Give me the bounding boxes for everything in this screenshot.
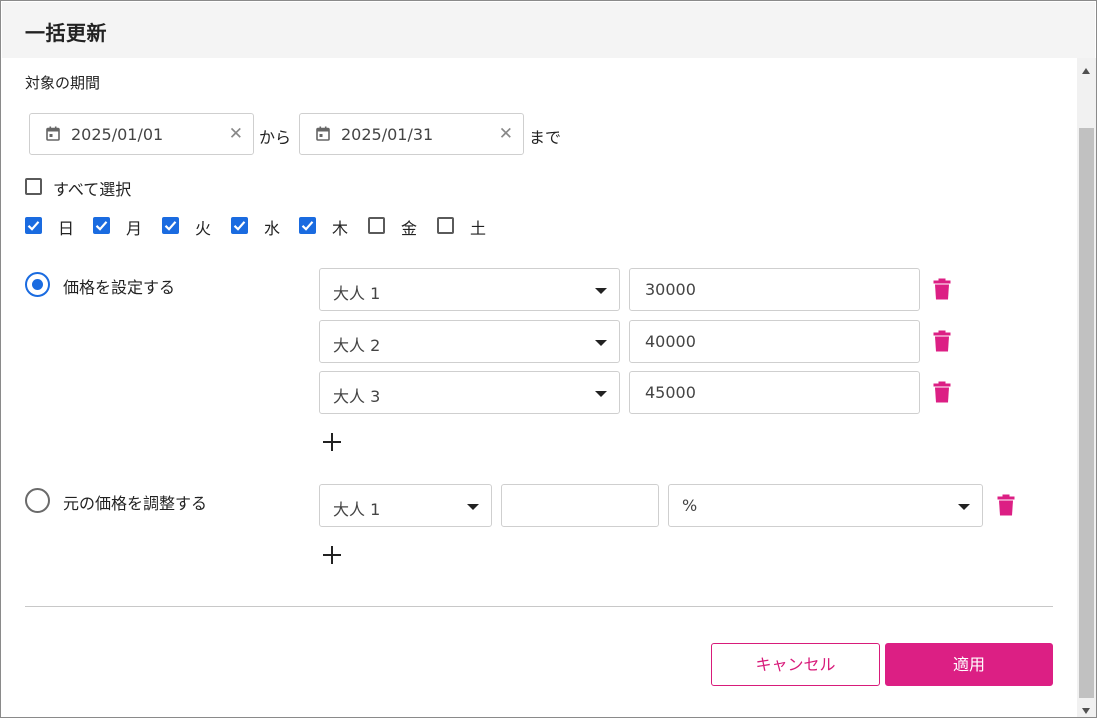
adjust-price-label: 元の価格を調整する (63, 494, 208, 513)
add-price-row-plus-icon[interactable] (323, 433, 341, 451)
price-category-select-1[interactable]: 大人 1 (319, 268, 620, 311)
trash-icon[interactable] (997, 494, 1015, 516)
from-text: から (259, 128, 292, 147)
price-input-3[interactable]: 45000 (629, 371, 920, 414)
end-date-value: 2025/01/31 (341, 125, 434, 144)
price-category-value: 大人 1 (333, 284, 381, 303)
period-label: 対象の期間 (25, 74, 101, 92)
weekday-checkbox-wed[interactable] (231, 217, 248, 234)
weekday-checkbox-mon[interactable] (93, 217, 110, 234)
calendar-icon (316, 126, 330, 145)
weekday-checkbox-sun[interactable] (25, 217, 42, 234)
chevron-down-icon (595, 391, 607, 397)
chevron-down-icon (595, 340, 607, 346)
set-price-radio[interactable] (25, 272, 50, 297)
add-adjust-row-plus-icon[interactable] (323, 546, 341, 564)
weekday-label-mon: 月 (126, 219, 143, 238)
clear-icon[interactable]: ✕ (229, 125, 243, 143)
adjust-amount-input[interactable] (501, 484, 659, 527)
trash-icon[interactable] (933, 381, 951, 403)
cancel-button[interactable]: キャンセル (711, 643, 880, 686)
trash-icon[interactable] (933, 330, 951, 352)
scroll-down-arrow-icon[interactable] (1082, 708, 1090, 714)
weekday-label-thu: 木 (332, 219, 349, 238)
adjust-category-select[interactable]: 大人 1 (319, 484, 492, 527)
adjust-unit-select[interactable]: % (668, 484, 983, 527)
weekday-checkbox-thu[interactable] (299, 217, 316, 234)
dialog-title: 一括更新 (25, 21, 107, 45)
weekday-label-wed: 水 (264, 219, 281, 238)
chevron-down-icon (467, 504, 479, 510)
vertical-scrollbar[interactable] (1077, 58, 1096, 717)
trash-icon[interactable] (933, 278, 951, 300)
adjust-price-radio[interactable] (25, 488, 50, 513)
adjust-unit-value: % (682, 496, 698, 515)
price-input-1[interactable]: 30000 (629, 268, 920, 311)
adjust-category-value: 大人 1 (333, 500, 381, 519)
price-category-select-2[interactable]: 大人 2 (319, 320, 620, 363)
price-category-value: 大人 2 (333, 336, 381, 355)
scroll-up-arrow-icon[interactable] (1082, 68, 1090, 74)
select-all-checkbox[interactable] (25, 178, 42, 195)
chevron-down-icon (595, 288, 607, 294)
price-category-select-3[interactable]: 大人 3 (319, 371, 620, 414)
select-all-label: すべて選択 (53, 180, 132, 199)
price-input-2[interactable]: 40000 (629, 320, 920, 363)
start-date-value: 2025/01/01 (71, 125, 164, 144)
bulk-update-dialog: 一括更新 対象の期間 2025/01/01 ✕ から 2025/01/31 ✕ … (0, 0, 1097, 718)
until-text: まで (529, 128, 562, 147)
start-date-field[interactable]: 2025/01/01 ✕ (29, 113, 254, 155)
price-category-value: 大人 3 (333, 387, 381, 406)
weekday-checkbox-sat[interactable] (437, 217, 454, 234)
weekday-label-fri: 金 (401, 219, 418, 238)
calendar-icon (46, 126, 60, 145)
chevron-down-icon (958, 504, 970, 510)
weekday-label-sat: 土 (470, 219, 487, 238)
weekday-checkbox-fri[interactable] (368, 217, 385, 234)
dialog-header: 一括更新 (2, 2, 1095, 58)
end-date-field[interactable]: 2025/01/31 ✕ (299, 113, 524, 155)
footer-divider (25, 606, 1053, 607)
clear-icon[interactable]: ✕ (499, 125, 513, 143)
set-price-label: 価格を設定する (63, 278, 176, 297)
weekday-label-sun: 日 (58, 219, 75, 238)
apply-button[interactable]: 適用 (885, 643, 1053, 686)
weekday-label-tue: 火 (195, 219, 212, 238)
weekday-checkbox-tue[interactable] (162, 217, 179, 234)
scroll-thumb[interactable] (1079, 128, 1094, 698)
